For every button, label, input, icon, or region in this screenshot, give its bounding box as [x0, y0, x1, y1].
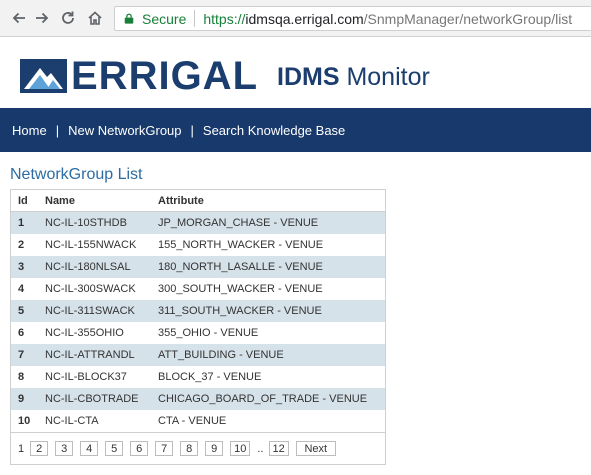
cell-name: NC-IL-300SWACK [38, 278, 151, 300]
table-row[interactable]: 6 NC-IL-355OHIO 355_OHIO - VENUE [11, 322, 385, 344]
page-link[interactable]: 10 [230, 441, 251, 456]
site-header: ERRIGAL IDMS Monitor [0, 37, 591, 108]
cell-attribute: BLOCK_37 - VENUE [151, 366, 385, 388]
table-row[interactable]: 7 NC-IL-ATTRANDL ATT_BUILDING - VENUE [11, 344, 385, 366]
browser-toolbar: Secure https:// idmsqa.errigal.com /Snmp… [0, 0, 591, 37]
cell-name: NC-IL-CTA [38, 410, 151, 432]
reload-icon[interactable] [59, 9, 77, 27]
cell-id: 6 [11, 322, 38, 344]
cell-attribute: CHICAGO_BOARD_OF_TRADE - VENUE [151, 388, 385, 410]
cell-attribute: 155_NORTH_WACKER - VENUE [151, 234, 385, 256]
cell-id: 2 [11, 234, 38, 256]
home-icon[interactable] [86, 9, 104, 27]
secure-label: Secure [142, 10, 187, 27]
nav-new-networkgroup-link[interactable]: New NetworkGroup [68, 123, 181, 138]
column-header-attribute[interactable]: Attribute [151, 190, 385, 212]
table-row[interactable]: 1 NC-IL-10STHDB JP_MORGAN_CHASE - VENUE [11, 211, 385, 234]
cell-attribute: 300_SOUTH_WACKER - VENUE [151, 278, 385, 300]
networkgroup-list: Id Name Attribute 1 NC-IL-10STHDB JP_MORGA… [10, 189, 386, 465]
cell-attribute: 180_NORTH_LASALLE - VENUE [151, 256, 385, 278]
cell-attribute: 311_SOUTH_WACKER - VENUE [151, 300, 385, 322]
url-domain: idmsqa.errigal.com [245, 10, 364, 27]
address-divider [194, 10, 196, 27]
cell-id: 9 [11, 388, 38, 410]
cell-id: 8 [11, 366, 38, 388]
url-scheme: https:// [203, 10, 246, 27]
column-header-name[interactable]: Name [38, 190, 151, 212]
cell-id: 10 [11, 410, 38, 432]
page-link[interactable]: 3 [55, 441, 74, 456]
page-link[interactable]: 9 [205, 441, 224, 456]
table-header-row: Id Name Attribute [11, 190, 385, 212]
table-row[interactable]: 4 NC-IL-300SWACK 300_SOUTH_WACKER - VENUE [11, 278, 385, 300]
pagination-current-page: 1 [18, 442, 25, 455]
table-row[interactable]: 10 NC-IL-CTA CTA - VENUE [11, 410, 385, 432]
pagination-ellipsis: .. [257, 442, 264, 455]
table-row[interactable]: 9 NC-IL-CBOTRADE CHICAGO_BOARD_OF_TRADE - … [11, 388, 385, 410]
errigal-logo[interactable]: ERRIGAL [20, 54, 258, 98]
cell-name: NC-IL-155NWACK [38, 234, 151, 256]
cell-attribute: ATT_BUILDING - VENUE [151, 344, 385, 366]
table-row[interactable]: 5 NC-IL-311SWACK 311_SOUTH_WACKER - VENUE [11, 300, 385, 322]
page-link[interactable]: 8 [180, 441, 199, 456]
page-link[interactable]: 5 [105, 441, 124, 456]
cell-name: NC-IL-180NLSAL [38, 256, 151, 278]
cell-name: NC-IL-10STHDB [38, 211, 151, 234]
page-link[interactable]: 2 [30, 441, 49, 456]
table-row[interactable]: 3 NC-IL-180NLSAL 180_NORTH_LASALLE - VENUE [11, 256, 385, 278]
logo-text: ERRIGAL [71, 54, 258, 98]
cell-id: 3 [11, 256, 38, 278]
address-bar[interactable]: Secure https:// idmsqa.errigal.com /Snmp… [114, 6, 591, 31]
main-navbar: Home | New NetworkGroup | Search Knowled… [0, 108, 591, 152]
lock-icon [123, 12, 137, 26]
table-row[interactable]: 8 NC-IL-BLOCK37 BLOCK_37 - VENUE [11, 366, 385, 388]
table-row[interactable]: 2 NC-IL-155NWACK 155_NORTH_WACKER - VENUE [11, 234, 385, 256]
page-link[interactable]: 7 [155, 441, 174, 456]
cell-attribute: 355_OHIO - VENUE [151, 322, 385, 344]
cell-id: 7 [11, 344, 38, 366]
cell-id: 5 [11, 300, 38, 322]
product-name: IDMS Monitor [277, 63, 430, 92]
nav-search-kb-link[interactable]: Search Knowledge Base [203, 123, 345, 138]
cell-name: NC-IL-CBOTRADE [38, 388, 151, 410]
cell-id: 4 [11, 278, 38, 300]
page-title: NetworkGroup List [10, 166, 143, 183]
product-name-rest: Monitor [339, 63, 430, 91]
page-link[interactable]: 4 [80, 441, 99, 456]
networkgroup-table: Id Name Attribute 1 NC-IL-10STHDB JP_MORGA… [11, 190, 385, 432]
next-page-button[interactable]: Next [295, 441, 336, 456]
pagination: 1 2 3 4 5 6 7 8 9 10.. 12 Next [11, 432, 385, 464]
url-path: /SnmpManager/networkGroup/list [363, 10, 573, 27]
page-link-last[interactable]: 12 [268, 441, 289, 456]
back-arrow-icon[interactable] [10, 9, 28, 27]
page-link[interactable]: 6 [130, 441, 149, 456]
cell-attribute: CTA - VENUE [151, 410, 385, 432]
product-name-bold: IDMS [277, 63, 340, 91]
nav-divider: | [190, 122, 194, 138]
cell-name: NC-IL-ATTRANDL [38, 344, 151, 366]
nav-divider: | [55, 122, 60, 138]
cell-attribute: JP_MORGAN_CHASE - VENUE [151, 211, 385, 234]
column-header-id[interactable]: Id [11, 190, 38, 212]
mountain-logo-icon [20, 59, 67, 93]
forward-arrow-icon[interactable] [33, 9, 51, 27]
cell-id: 1 [11, 211, 38, 234]
cell-name: NC-IL-BLOCK37 [38, 366, 151, 388]
cell-name: NC-IL-355OHIO [38, 322, 151, 344]
nav-home-link[interactable]: Home [12, 123, 47, 138]
cell-name: NC-IL-311SWACK [38, 300, 151, 322]
